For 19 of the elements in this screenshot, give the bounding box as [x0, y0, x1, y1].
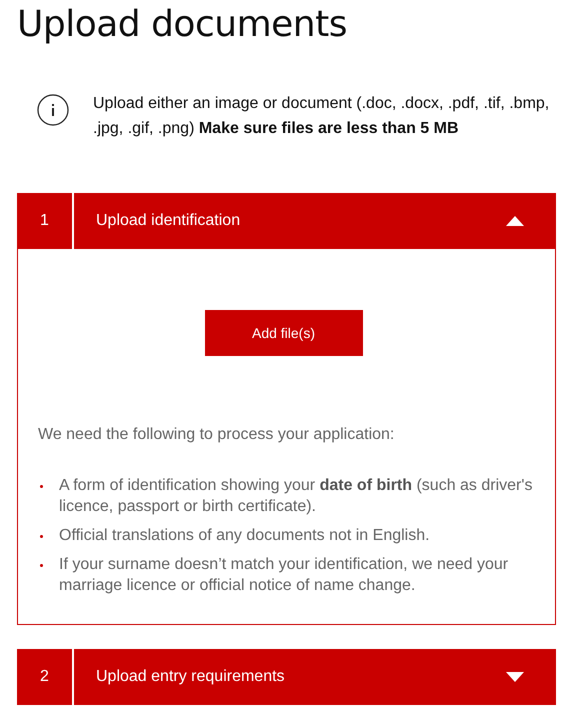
section-title: Upload entry requirements [96, 668, 286, 686]
requirement-text: If your surname doesn’t match your identification, we need your marriage licence or official notice of name change. [59, 555, 510, 596]
step-number: 1 [17, 193, 74, 249]
bullet-icon [40, 535, 43, 538]
caret-up-icon [506, 216, 524, 226]
info-text: Upload either an image or document (.doc, .docx, .pdf, .tif, .bmp, .jpg, .gif, .png) Make sure files are less than 5 MB [93, 94, 550, 139]
bullet-icon [40, 485, 43, 488]
requirement-text: Official translations of any documents not in English. [59, 526, 430, 546]
accordion-header[interactable]: 2 Upload entry requirements [17, 649, 556, 705]
step-number: 2 [17, 649, 74, 705]
section-title: Upload identification [96, 212, 242, 230]
info-icon [37, 94, 69, 126]
add-files-button[interactable]: Add file(s) [204, 310, 362, 356]
intro-text: We need the following to process your application: [38, 425, 396, 445]
page-title: Upload documents [17, 3, 347, 47]
bullet-icon [40, 564, 43, 567]
accordion-header[interactable]: 1 Upload identification [17, 193, 556, 249]
caret-down-icon [506, 672, 524, 682]
requirement-text: A form of identification showing your date of birth (such as driver's licence, passport or birth certificate). [59, 476, 534, 517]
